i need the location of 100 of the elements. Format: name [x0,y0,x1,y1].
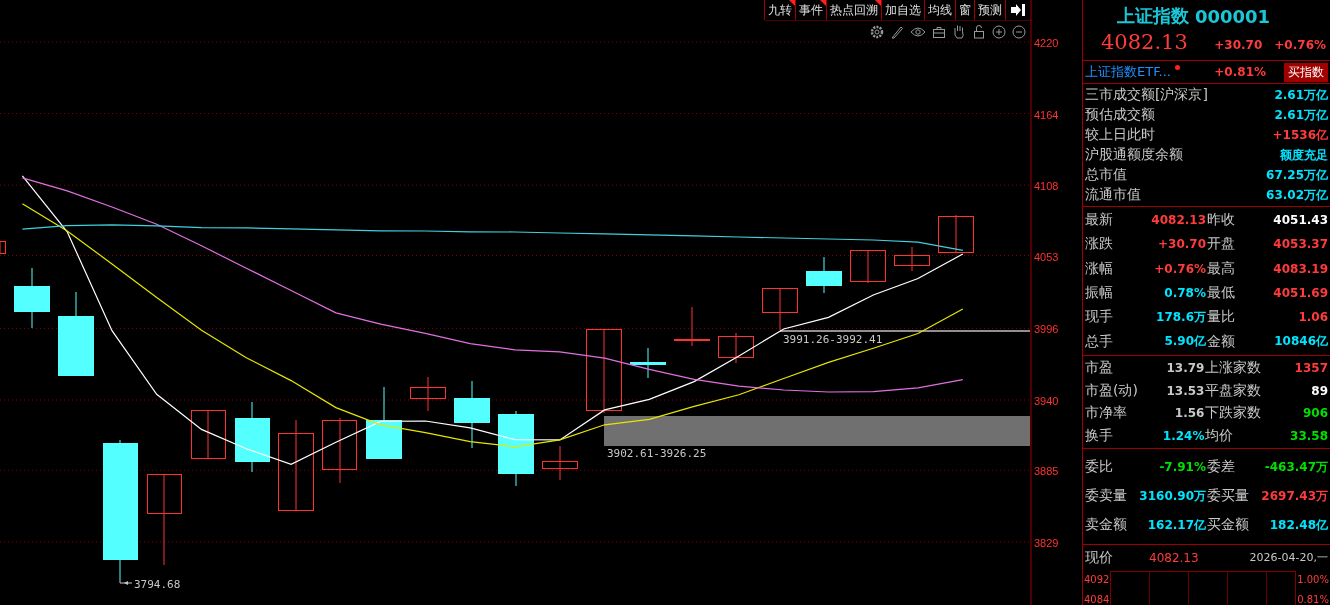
candle [542,445,578,481]
market-stat-value: 2.61万亿 [1274,106,1328,124]
quote-field-label: 委比 [1085,458,1114,477]
index-name: 上证指数 [1117,4,1189,28]
quote-field-label: 买金额 [1207,516,1249,535]
price-axis-label: 4220 [1034,36,1059,49]
quote-field-value: 162.17亿 [1146,516,1206,534]
toolbar-tab[interactable]: 均线 [924,0,955,20]
quote-field-label: 市盈 [1085,359,1114,378]
market-stat-value: 2.61万亿 [1274,86,1328,104]
zoom-out-icon[interactable] [1012,24,1026,39]
quote-field-value: 13.79 [1165,361,1205,376]
quote-field-value: 1357 [1293,361,1328,376]
now-price-label: 现价 [1085,548,1113,567]
mini-chart-percent-label: 1.00% [1297,573,1329,585]
quote-field-label: 最低 [1207,284,1235,303]
market-stat-label: 沪股通额度余额 [1085,146,1183,164]
toolbar-tab[interactable]: 事件 [795,0,826,20]
quote-field-value: 4083.19 [1272,261,1328,276]
quote-field-label: 市净率 [1085,404,1128,423]
market-stat-value: 额度充足 [1280,146,1328,164]
buy-index-button[interactable]: 买指数 [1284,62,1328,82]
pen-icon[interactable] [890,24,904,39]
market-stat-label: 总市值 [1085,166,1127,184]
quote-field-value: 1.06 [1297,310,1328,325]
settings-icon[interactable] [870,24,884,39]
toolbar-tab[interactable]: 加自选 [881,0,924,20]
quote-field-label: 现手 [1085,308,1113,327]
etf-change-percent: +0.81% [1214,65,1266,79]
price-zone-label: 3902.61-3926.25 [607,447,707,460]
quote-field-label: 委差 [1207,458,1236,477]
quote-field-label: 上涨家数 [1205,359,1262,378]
quote-field-value: 1.56 [1173,406,1205,421]
quote-field-value: 4053.37 [1272,237,1328,252]
candle [235,401,270,473]
candle [850,249,886,284]
leader-line [119,579,133,585]
quote-field-label: 最新 [1085,211,1113,230]
toolbar-tab[interactable]: 预测 [974,0,1005,20]
mini-chart-price-label: 4084 [1084,594,1110,605]
quote-field-value: 3160.90万 [1138,487,1206,505]
notification-dot [1174,65,1180,70]
quote-field-value: 4051.43 [1272,213,1328,228]
price-change: +30.70 [1214,38,1263,52]
price-axis-label: 4053 [1034,250,1059,263]
index-code: 000001 [1195,5,1271,27]
price-axis-label: 3996 [1034,323,1059,336]
quote-field-value: 5.90亿 [1163,333,1206,351]
quote-field-label: 下跌家数 [1205,404,1262,423]
quote-field-value: 4082.13 [1150,213,1206,228]
quote-field-value: -463.47万 [1263,458,1328,476]
unlocked-lock-icon[interactable] [972,24,986,39]
hand-icon[interactable] [952,24,966,39]
quote-field-value: 906 [1301,406,1328,421]
quote-field-label: 委卖量 [1085,487,1127,506]
quote-field-label: 卖金额 [1085,516,1127,535]
quote-field-label: 委买量 [1207,487,1249,506]
toolbar-tab[interactable]: 九转 [764,0,795,20]
mini-chart-percent-label: 0.81% [1297,594,1329,605]
quote-field-label: 平盘家数 [1205,381,1262,400]
price-axis-label: 4164 [1034,108,1059,121]
collapse-panel-button[interactable] [1005,0,1030,20]
quote-field-label: 涨跌 [1085,235,1113,254]
now-price-value: 4082.13 [1149,550,1199,565]
quote-field-label: 总手 [1085,332,1113,351]
candle [0,240,6,254]
candle [454,380,490,449]
candle [630,347,666,379]
current-price: 4082.13 [1101,30,1188,54]
price-zone-label: 3991.26-3992.41 [783,333,883,346]
quote-field-label: 均价 [1205,426,1235,445]
etf-link[interactable]: 上证指数ETF... [1085,63,1171,81]
candle [718,332,754,364]
quote-field-value: 182.48亿 [1268,516,1328,534]
candle [938,214,974,253]
candle [14,267,50,329]
zoom-in-icon[interactable] [992,24,1006,39]
quote-field-value: 10846亿 [1273,333,1328,351]
candle [322,417,357,484]
quote-field-value: 1.24% [1161,428,1205,443]
quote-field-value: 2697.43万 [1260,487,1328,505]
quote-field-label: 换手 [1085,426,1114,445]
quote-field-label: 振幅 [1085,284,1113,303]
quote-field-value: 89 [1310,383,1328,398]
mini-chart-price-label: 4092 [1084,573,1110,585]
market-stat-label: 流通市值 [1085,186,1141,204]
toolbar-tab[interactable]: 窗 [955,0,974,20]
toolbox-icon[interactable] [932,24,946,39]
toolbar-tab[interactable]: 热点回溯 [826,0,881,20]
eye-icon[interactable] [910,25,926,38]
quote-field-label: 金额 [1207,332,1235,351]
market-stat-value: +1536亿 [1272,126,1328,144]
arrow-to-bar-icon [1011,4,1025,16]
market-stat-label: 三市成交额[沪深京] [1085,86,1208,104]
candle [410,376,446,412]
quote-field-value: 0.78% [1163,286,1206,301]
candle [806,256,842,294]
quote-field-label: 开盘 [1207,235,1235,254]
market-stat-value: 63.02万亿 [1266,186,1328,204]
quote-field-value: 178.6万 [1155,308,1206,326]
